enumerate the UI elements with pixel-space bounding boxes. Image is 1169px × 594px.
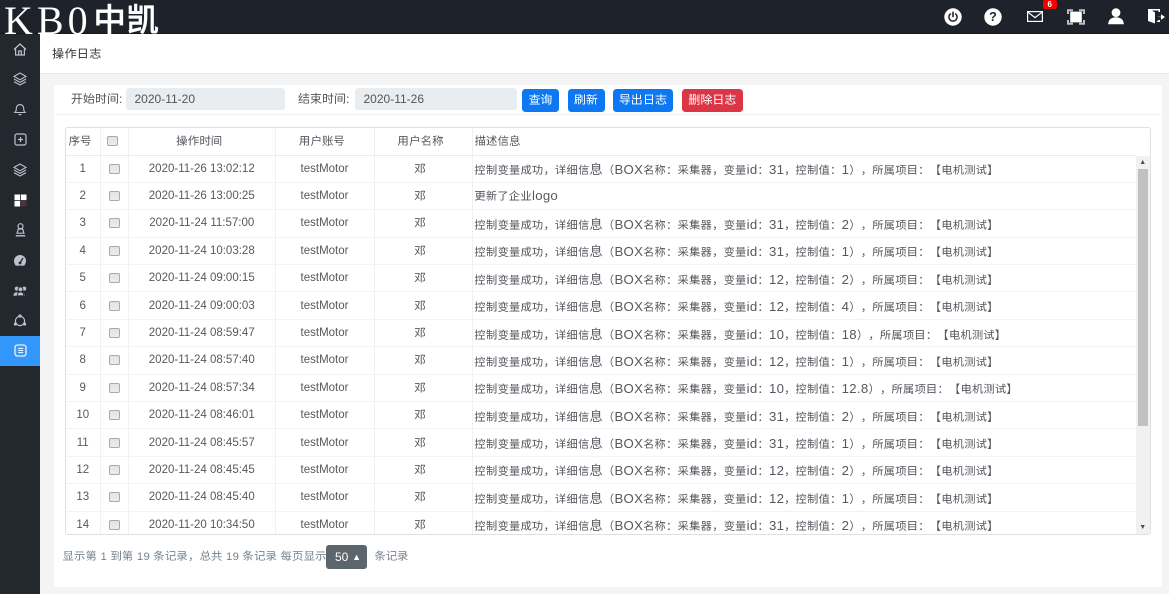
svg-text:?: ? [989,10,997,24]
